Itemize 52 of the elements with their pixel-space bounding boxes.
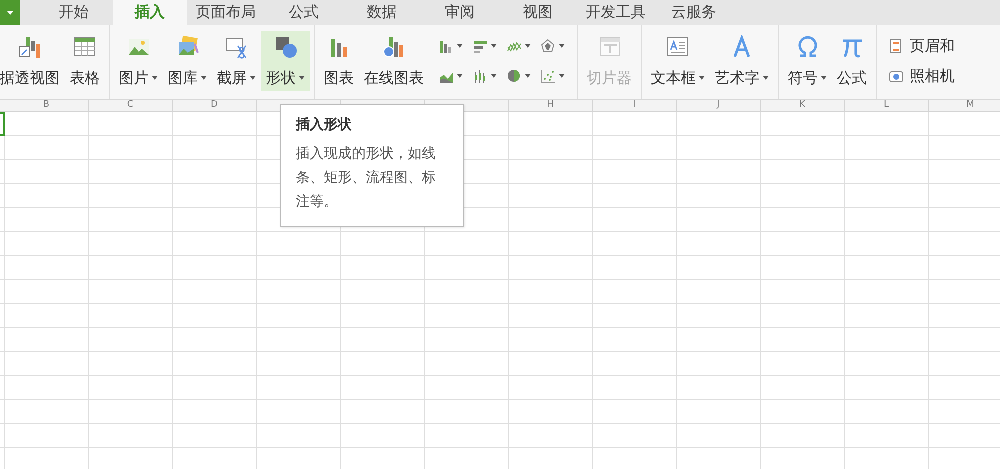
ribbon-button[interactable]: 图片 <box>114 31 163 91</box>
omega-icon <box>796 35 820 59</box>
ribbon-button[interactable]: 截屏 <box>212 31 261 91</box>
ribbon-button[interactable]: 在线图表 <box>359 31 429 91</box>
ribbon-button[interactable]: 照相机 <box>889 64 955 88</box>
ribbon-button[interactable]: 图库 <box>163 31 212 91</box>
stock-chart-icon <box>473 68 488 84</box>
table-icon <box>73 35 97 59</box>
tab[interactable]: 插入 <box>113 0 187 25</box>
ribbon-button[interactable]: 表格 <box>65 31 105 91</box>
tab[interactable]: 开发工具 <box>577 0 655 25</box>
cell-cursor <box>0 112 5 136</box>
ribbon-button[interactable]: 符号 <box>783 31 832 91</box>
slicer-icon <box>598 35 622 59</box>
text-box-icon <box>666 35 690 59</box>
tab[interactable]: 公式 <box>265 0 343 25</box>
chart-globe-icon <box>382 35 406 59</box>
column-header: B <box>5 100 89 111</box>
tab[interactable]: 数据 <box>343 0 421 25</box>
radar-chart-icon <box>541 38 556 54</box>
column-header: K <box>761 100 845 111</box>
chart-table-icon <box>18 35 42 59</box>
ribbon-button[interactable]: 页眉和 <box>889 34 955 58</box>
column-header: C <box>89 100 173 111</box>
ribbon-button[interactable]: 据透视图 <box>0 31 65 91</box>
tab[interactable]: 开始 <box>35 0 113 25</box>
column-header: I <box>593 100 677 111</box>
ribbon-button[interactable]: 图表 <box>319 31 359 91</box>
ribbon-button[interactable]: 形状 <box>261 31 310 91</box>
camera-icon <box>889 68 904 84</box>
tab[interactable]: 审阅 <box>421 0 499 25</box>
column-header: J <box>677 100 761 111</box>
tooltip-title: 插入形状 <box>296 116 353 135</box>
column-header: M <box>929 100 1000 111</box>
column-chart-icon <box>439 38 454 54</box>
ribbon-button[interactable]: 公式 <box>832 31 872 91</box>
scatter-chart-icon <box>541 68 556 84</box>
menu-button[interactable] <box>0 0 20 25</box>
column-header: L <box>845 100 929 111</box>
column-header: D <box>173 100 257 111</box>
column-header: H <box>509 100 593 111</box>
ribbon-button[interactable]: 文本框 <box>646 31 710 91</box>
ribbon-button[interactable]: 艺术字 <box>710 31 774 91</box>
caret-icon <box>6 10 14 16</box>
tooltip-text: 插入现成的形状，如线条、矩形、流程图、标注等。 <box>296 145 437 212</box>
tab[interactable]: 云服务 <box>655 0 733 25</box>
page-icon <box>889 38 904 54</box>
pie-chart-icon <box>507 68 522 84</box>
tab[interactable]: 页面布局 <box>187 0 265 25</box>
shapes-icon <box>274 35 298 59</box>
tab[interactable]: 视图 <box>499 0 577 25</box>
bar-chart-icon <box>473 38 488 54</box>
